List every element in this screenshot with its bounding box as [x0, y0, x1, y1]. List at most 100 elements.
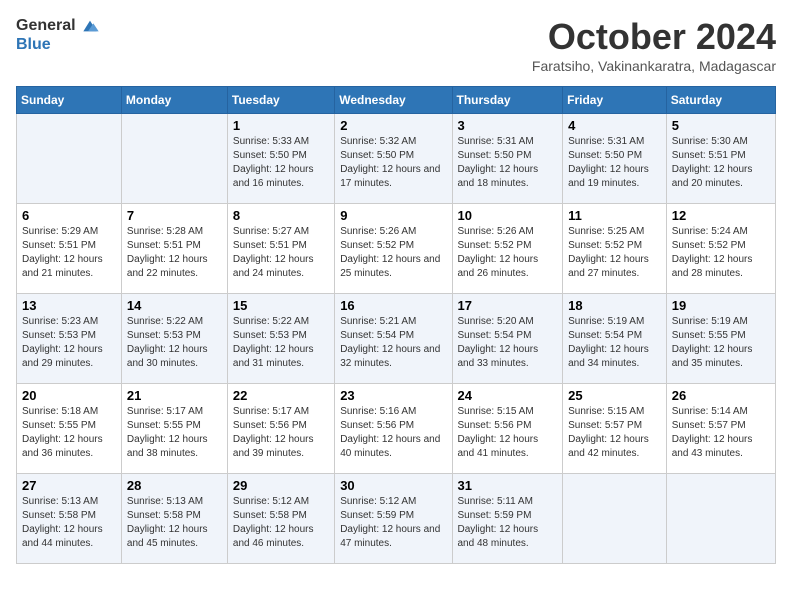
day-info: Sunrise: 5:20 AM Sunset: 5:54 PM Dayligh… [458, 315, 558, 371]
calendar-cell: 25 Sunrise: 5:15 AM Sunset: 5:57 PM Dayl… [563, 384, 667, 474]
day-info: Sunrise: 5:13 AM Sunset: 5:58 PM Dayligh… [22, 495, 116, 551]
day-info: Sunrise: 5:31 AM Sunset: 5:50 PM Dayligh… [568, 135, 661, 191]
calendar-cell: 10 Sunrise: 5:26 AM Sunset: 5:52 PM Dayl… [452, 204, 563, 294]
sunset-label: Sunset: 5:55 PM [22, 420, 96, 431]
day-info: Sunrise: 5:16 AM Sunset: 5:56 PM Dayligh… [340, 405, 446, 461]
sunset-label: Sunset: 5:56 PM [233, 420, 307, 431]
calendar-cell: 2 Sunrise: 5:32 AM Sunset: 5:50 PM Dayli… [335, 114, 452, 204]
day-info: Sunrise: 5:12 AM Sunset: 5:58 PM Dayligh… [233, 495, 329, 551]
calendar-cell: 20 Sunrise: 5:18 AM Sunset: 5:55 PM Dayl… [17, 384, 122, 474]
daylight-label: Daylight: 12 hours and 45 minutes. [127, 524, 208, 549]
day-number: 4 [568, 118, 661, 133]
sunrise-label: Sunrise: 5:25 AM [568, 226, 644, 237]
weekday-header-thursday: Thursday [452, 87, 563, 114]
day-number: 15 [233, 298, 329, 313]
daylight-label: Daylight: 12 hours and 40 minutes. [340, 434, 440, 459]
daylight-label: Daylight: 12 hours and 30 minutes. [127, 344, 208, 369]
daylight-label: Daylight: 12 hours and 18 minutes. [458, 164, 539, 189]
day-info: Sunrise: 5:19 AM Sunset: 5:55 PM Dayligh… [672, 315, 770, 371]
sunset-label: Sunset: 5:51 PM [127, 240, 201, 251]
day-info: Sunrise: 5:13 AM Sunset: 5:58 PM Dayligh… [127, 495, 222, 551]
calendar-cell: 6 Sunrise: 5:29 AM Sunset: 5:51 PM Dayli… [17, 204, 122, 294]
sunset-label: Sunset: 5:59 PM [458, 510, 532, 521]
day-number: 19 [672, 298, 770, 313]
day-info: Sunrise: 5:22 AM Sunset: 5:53 PM Dayligh… [233, 315, 329, 371]
sunset-label: Sunset: 5:51 PM [22, 240, 96, 251]
daylight-label: Daylight: 12 hours and 16 minutes. [233, 164, 314, 189]
sunset-label: Sunset: 5:56 PM [458, 420, 532, 431]
calendar-cell: 4 Sunrise: 5:31 AM Sunset: 5:50 PM Dayli… [563, 114, 667, 204]
day-info: Sunrise: 5:24 AM Sunset: 5:52 PM Dayligh… [672, 225, 770, 281]
sunset-label: Sunset: 5:56 PM [340, 420, 414, 431]
sunset-label: Sunset: 5:51 PM [672, 150, 746, 161]
day-info: Sunrise: 5:27 AM Sunset: 5:51 PM Dayligh… [233, 225, 329, 281]
day-info: Sunrise: 5:33 AM Sunset: 5:50 PM Dayligh… [233, 135, 329, 191]
sunset-label: Sunset: 5:50 PM [458, 150, 532, 161]
calendar-cell: 12 Sunrise: 5:24 AM Sunset: 5:52 PM Dayl… [666, 204, 775, 294]
daylight-label: Daylight: 12 hours and 32 minutes. [340, 344, 440, 369]
calendar-cell: 11 Sunrise: 5:25 AM Sunset: 5:52 PM Dayl… [563, 204, 667, 294]
calendar-cell: 15 Sunrise: 5:22 AM Sunset: 5:53 PM Dayl… [227, 294, 334, 384]
sunrise-label: Sunrise: 5:19 AM [672, 316, 748, 327]
calendar-cell: 31 Sunrise: 5:11 AM Sunset: 5:59 PM Dayl… [452, 474, 563, 564]
sunrise-label: Sunrise: 5:31 AM [458, 136, 534, 147]
daylight-label: Daylight: 12 hours and 35 minutes. [672, 344, 753, 369]
sunset-label: Sunset: 5:53 PM [233, 330, 307, 341]
calendar-cell: 17 Sunrise: 5:20 AM Sunset: 5:54 PM Dayl… [452, 294, 563, 384]
day-number: 3 [458, 118, 558, 133]
week-row-4: 20 Sunrise: 5:18 AM Sunset: 5:55 PM Dayl… [17, 384, 776, 474]
sunset-label: Sunset: 5:58 PM [127, 510, 201, 521]
week-row-1: 1 Sunrise: 5:33 AM Sunset: 5:50 PM Dayli… [17, 114, 776, 204]
location-subtitle: Faratsiho, Vakinankaratra, Madagascar [532, 58, 776, 74]
sunset-label: Sunset: 5:53 PM [127, 330, 201, 341]
daylight-label: Daylight: 12 hours and 41 minutes. [458, 434, 539, 459]
calendar-cell: 19 Sunrise: 5:19 AM Sunset: 5:55 PM Dayl… [666, 294, 775, 384]
calendar-cell: 28 Sunrise: 5:13 AM Sunset: 5:58 PM Dayl… [121, 474, 227, 564]
day-info: Sunrise: 5:11 AM Sunset: 5:59 PM Dayligh… [458, 495, 558, 551]
sunrise-label: Sunrise: 5:30 AM [672, 136, 748, 147]
day-number: 18 [568, 298, 661, 313]
daylight-label: Daylight: 12 hours and 25 minutes. [340, 254, 440, 279]
weekday-header-friday: Friday [563, 87, 667, 114]
weekday-header-tuesday: Tuesday [227, 87, 334, 114]
sunset-label: Sunset: 5:57 PM [672, 420, 746, 431]
sunrise-label: Sunrise: 5:13 AM [22, 496, 98, 507]
daylight-label: Daylight: 12 hours and 24 minutes. [233, 254, 314, 279]
week-row-2: 6 Sunrise: 5:29 AM Sunset: 5:51 PM Dayli… [17, 204, 776, 294]
daylight-label: Daylight: 12 hours and 44 minutes. [22, 524, 103, 549]
sunrise-label: Sunrise: 5:27 AM [233, 226, 309, 237]
day-info: Sunrise: 5:12 AM Sunset: 5:59 PM Dayligh… [340, 495, 446, 551]
day-number: 25 [568, 388, 661, 403]
sunset-label: Sunset: 5:58 PM [22, 510, 96, 521]
day-number: 8 [233, 208, 329, 223]
sunrise-label: Sunrise: 5:32 AM [340, 136, 416, 147]
day-info: Sunrise: 5:15 AM Sunset: 5:57 PM Dayligh… [568, 405, 661, 461]
day-number: 10 [458, 208, 558, 223]
calendar-cell: 29 Sunrise: 5:12 AM Sunset: 5:58 PM Dayl… [227, 474, 334, 564]
day-number: 17 [458, 298, 558, 313]
daylight-label: Daylight: 12 hours and 38 minutes. [127, 434, 208, 459]
week-row-5: 27 Sunrise: 5:13 AM Sunset: 5:58 PM Dayl… [17, 474, 776, 564]
calendar-cell: 21 Sunrise: 5:17 AM Sunset: 5:55 PM Dayl… [121, 384, 227, 474]
day-info: Sunrise: 5:25 AM Sunset: 5:52 PM Dayligh… [568, 225, 661, 281]
daylight-label: Daylight: 12 hours and 31 minutes. [233, 344, 314, 369]
day-number: 9 [340, 208, 446, 223]
sunset-label: Sunset: 5:57 PM [568, 420, 642, 431]
daylight-label: Daylight: 12 hours and 19 minutes. [568, 164, 649, 189]
day-number: 20 [22, 388, 116, 403]
day-number: 1 [233, 118, 329, 133]
day-number: 16 [340, 298, 446, 313]
sunrise-label: Sunrise: 5:26 AM [340, 226, 416, 237]
sunrise-label: Sunrise: 5:20 AM [458, 316, 534, 327]
daylight-label: Daylight: 12 hours and 21 minutes. [22, 254, 103, 279]
daylight-label: Daylight: 12 hours and 39 minutes. [233, 434, 314, 459]
sunset-label: Sunset: 5:51 PM [233, 240, 307, 251]
calendar-cell [666, 474, 775, 564]
day-number: 26 [672, 388, 770, 403]
day-info: Sunrise: 5:32 AM Sunset: 5:50 PM Dayligh… [340, 135, 446, 191]
calendar-cell: 16 Sunrise: 5:21 AM Sunset: 5:54 PM Dayl… [335, 294, 452, 384]
day-info: Sunrise: 5:26 AM Sunset: 5:52 PM Dayligh… [458, 225, 558, 281]
calendar-cell: 1 Sunrise: 5:33 AM Sunset: 5:50 PM Dayli… [227, 114, 334, 204]
daylight-label: Daylight: 12 hours and 28 minutes. [672, 254, 753, 279]
sunset-label: Sunset: 5:54 PM [458, 330, 532, 341]
